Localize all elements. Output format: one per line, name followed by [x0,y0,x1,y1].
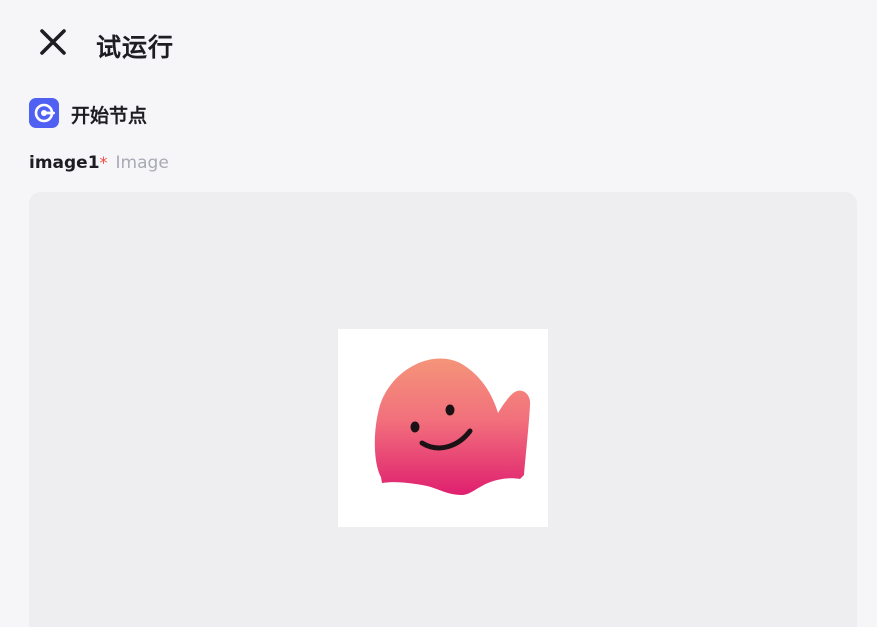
field-type-label: Image [115,153,169,173]
close-button[interactable] [33,24,73,62]
node-title: 开始节点 [71,105,148,127]
field-label-row: image1* Image [29,153,169,175]
image-upload-area[interactable] [29,192,857,627]
required-mark: * [99,153,108,172]
start-node-icon [29,98,59,128]
close-icon [40,29,66,55]
smiling-pink-blob-image [374,358,531,495]
uploaded-image-preview[interactable] [338,329,548,527]
field-name-label: image1 [29,153,100,173]
test-run-panel: 试运行 开始节点 image1* Image [0,0,877,627]
panel-header: 试运行 [0,0,877,88]
page-title: 试运行 [96,33,175,62]
